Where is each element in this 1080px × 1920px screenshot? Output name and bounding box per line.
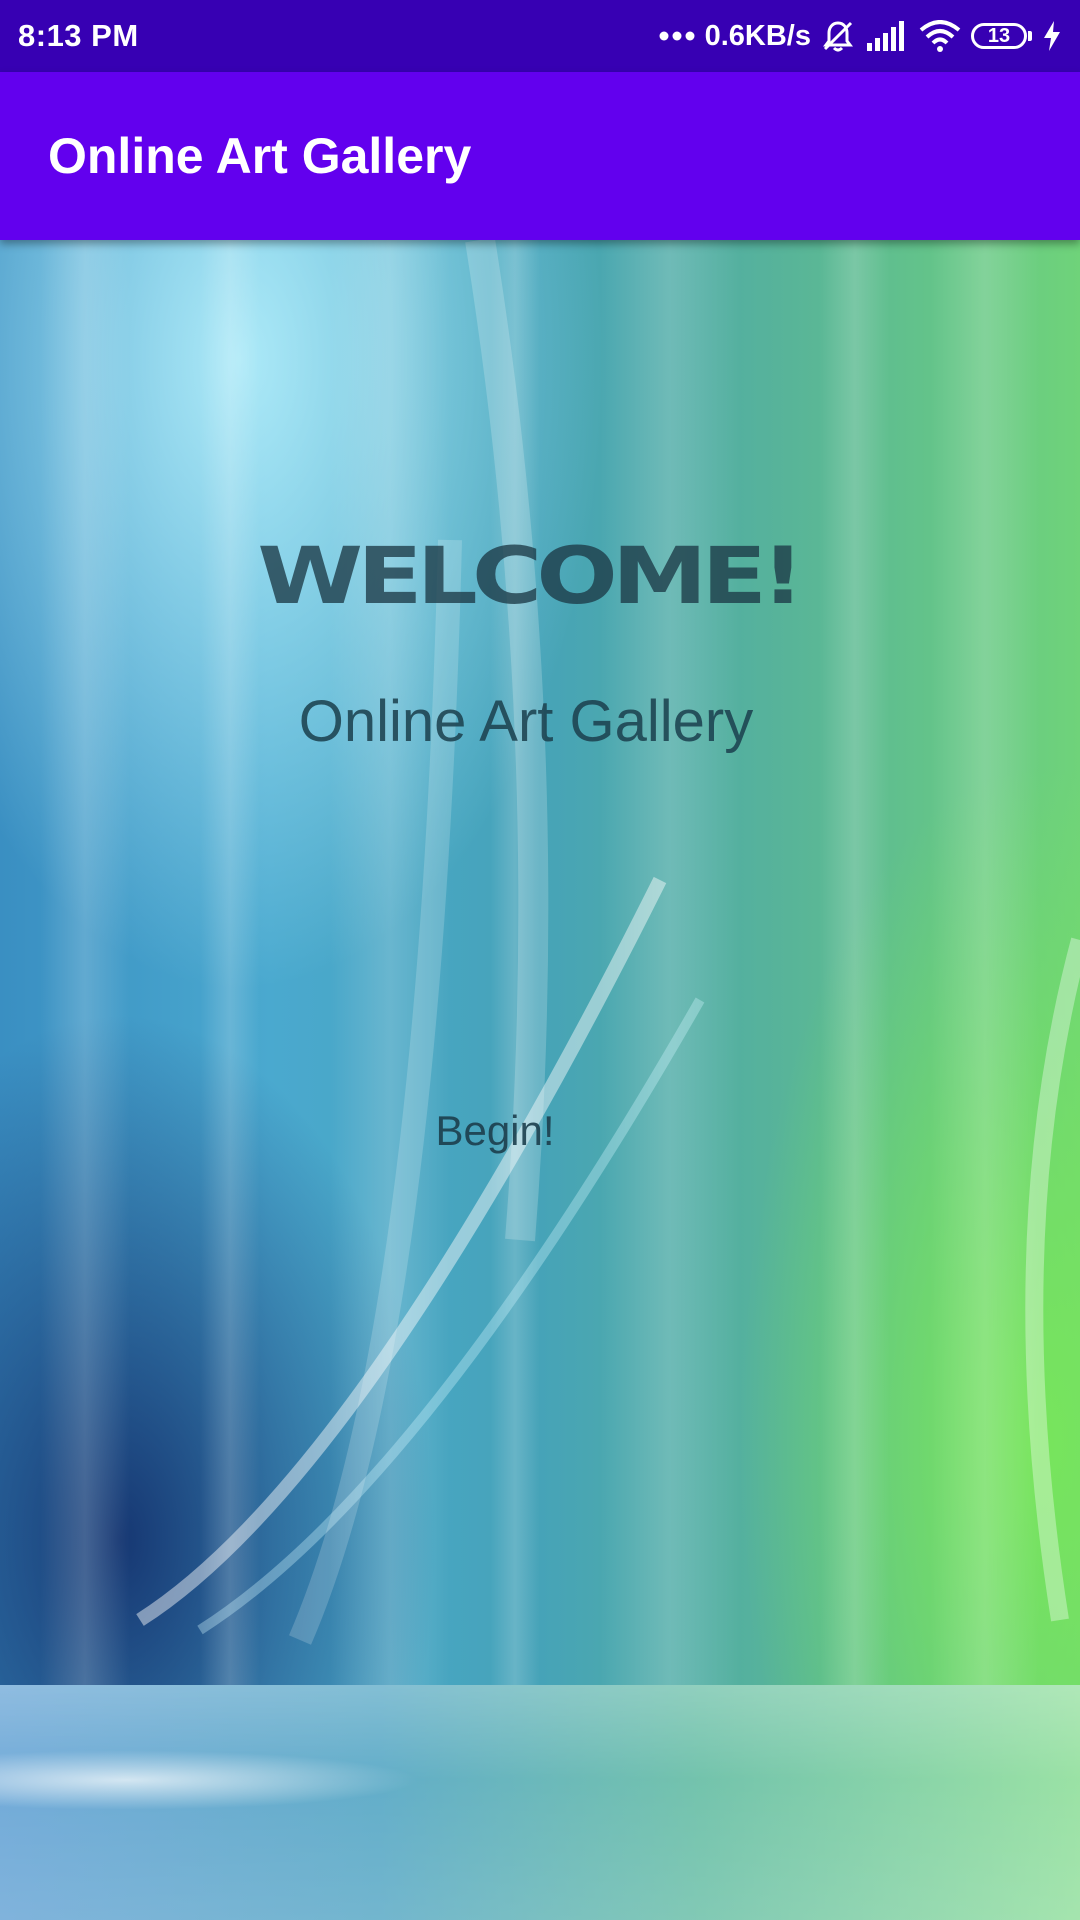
app-bar: Online Art Gallery	[0, 72, 1080, 240]
battery-level: 13	[971, 23, 1027, 49]
signal-icon	[865, 21, 909, 51]
light-ribbons	[136, 240, 1080, 1645]
charging-bolt-icon	[1042, 21, 1062, 51]
mute-notifications-icon	[821, 19, 855, 53]
gallery-subtitle: Online Art Gallery	[298, 689, 754, 754]
network-speed: 0.6KB/s	[704, 19, 811, 52]
status-bar: 8:13 PM 0.6KB/s 13	[0, 0, 1080, 72]
wifi-icon	[919, 20, 961, 52]
welcome-heading: WELCOME!	[257, 530, 805, 622]
status-indicators: 0.6KB/s 13	[659, 19, 1062, 53]
battery-cap	[1028, 31, 1032, 41]
app-title: Online Art Gallery	[48, 128, 472, 184]
battery-icon: 13	[971, 23, 1032, 49]
status-time: 8:13 PM	[18, 18, 139, 53]
background-artwork	[0, 240, 1080, 1920]
more-dots-icon	[659, 30, 695, 42]
floor-glow	[0, 1750, 420, 1810]
begin-button[interactable]: Begin!	[392, 1090, 598, 1172]
